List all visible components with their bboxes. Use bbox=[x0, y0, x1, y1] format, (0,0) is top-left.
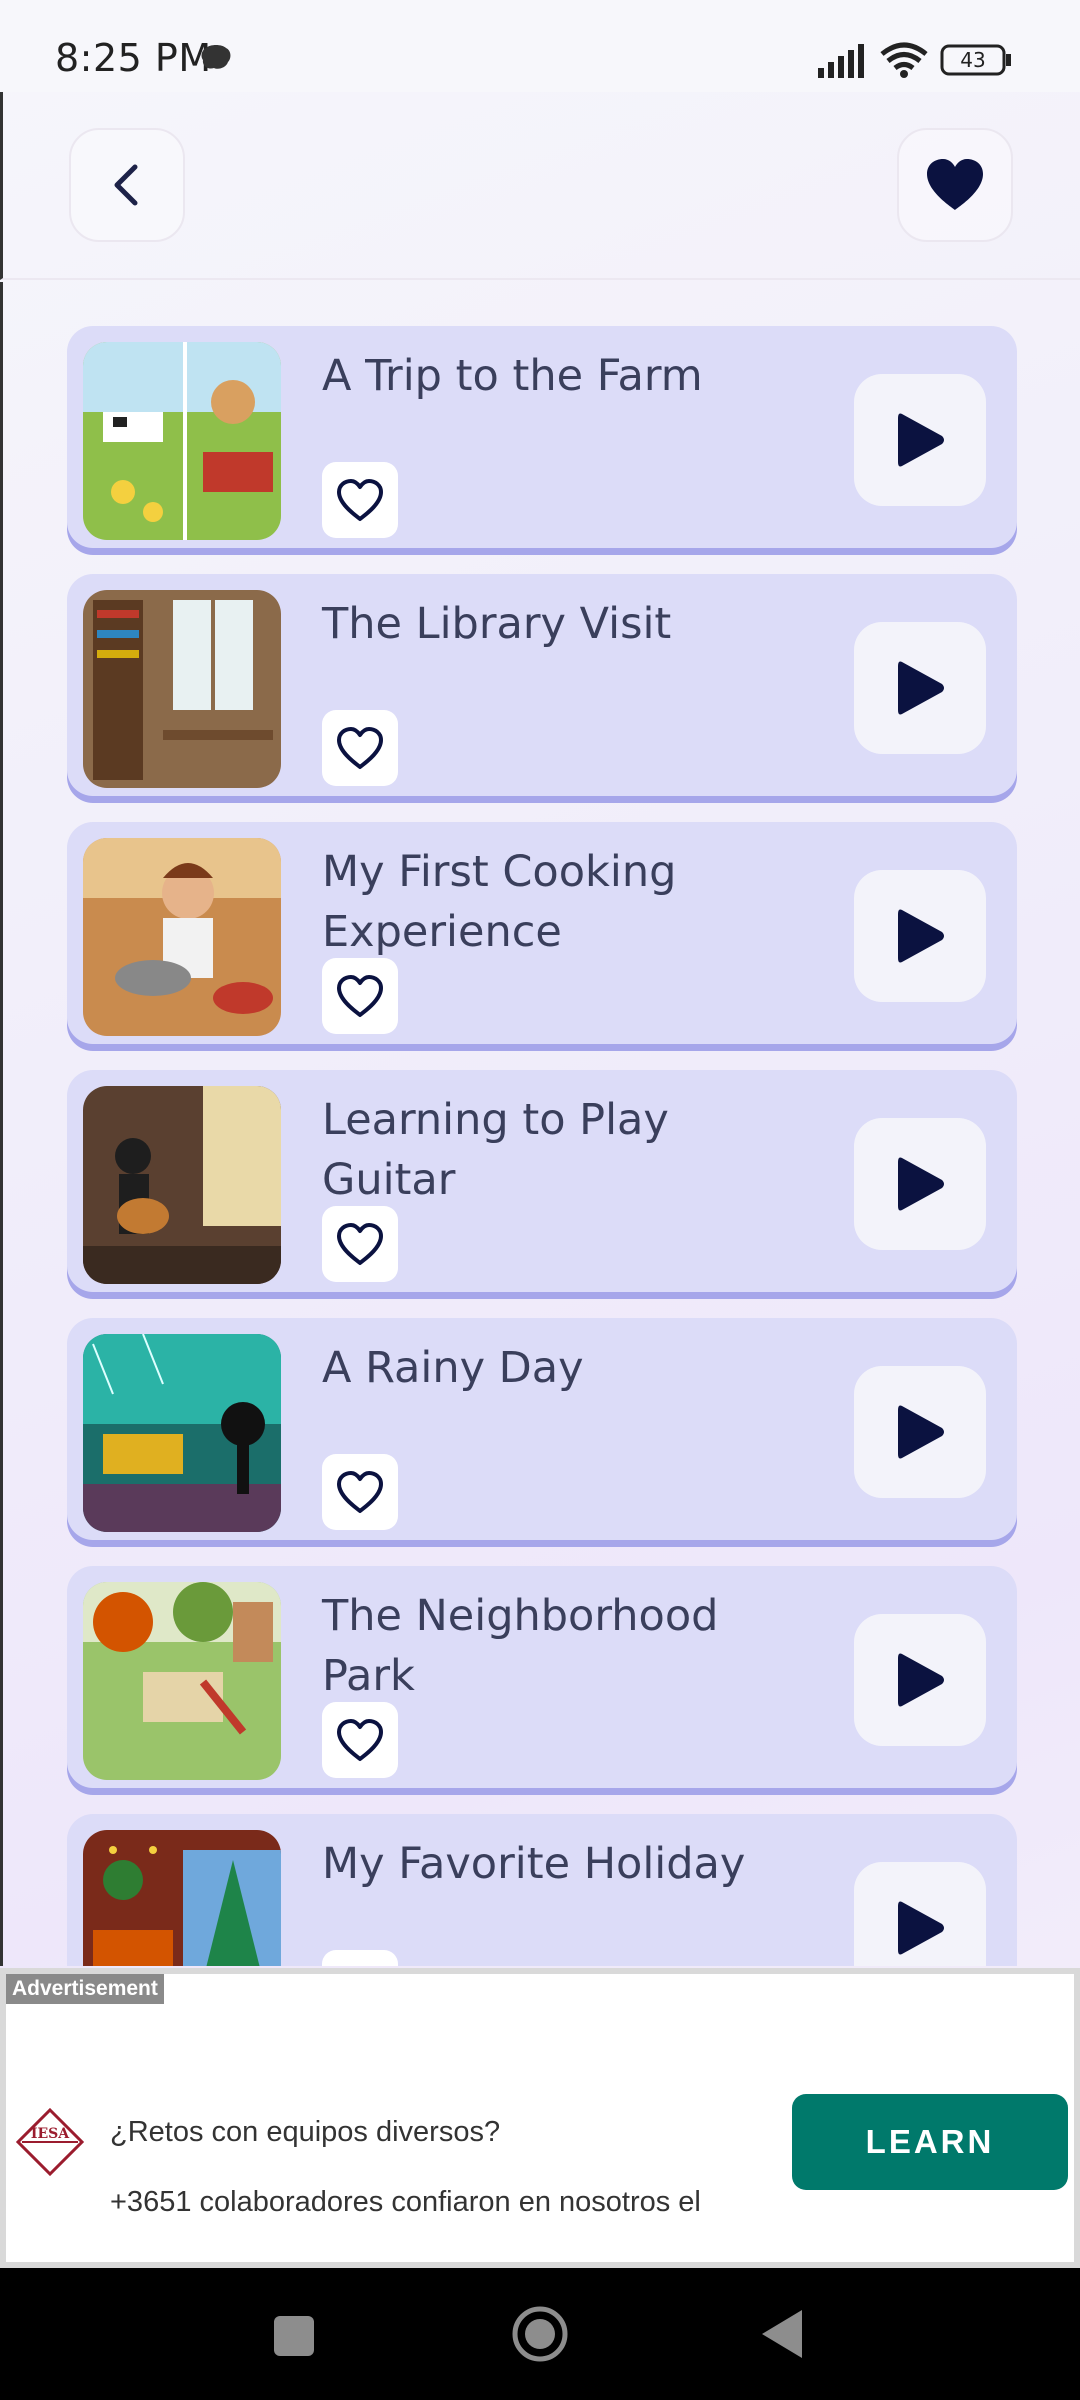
favorites-button[interactable] bbox=[897, 128, 1013, 242]
status-time: 8:25 PM bbox=[55, 36, 212, 80]
top-app-bar bbox=[0, 92, 1080, 280]
play-button[interactable] bbox=[854, 1862, 986, 1966]
story-thumbnail bbox=[83, 1582, 281, 1780]
favorite-toggle-button[interactable] bbox=[322, 1454, 398, 1530]
home-button[interactable] bbox=[512, 2306, 568, 2362]
status-icons: 43 bbox=[818, 40, 1018, 80]
play-button[interactable] bbox=[854, 870, 986, 1002]
story-title: My Favorite Holiday bbox=[322, 1839, 746, 1889]
chevron-left-icon bbox=[114, 164, 138, 206]
play-icon bbox=[898, 1653, 944, 1707]
story-card[interactable]: The Neighborhood Park bbox=[67, 1566, 1017, 1788]
play-icon bbox=[898, 909, 944, 963]
favorite-toggle-button[interactable] bbox=[322, 1206, 398, 1282]
story-card[interactable]: My First Cooking Experience bbox=[67, 822, 1017, 1044]
recents-button[interactable] bbox=[274, 2316, 314, 2356]
play-icon bbox=[898, 661, 944, 715]
story-title: A Rainy Day bbox=[322, 1343, 584, 1393]
story-card[interactable]: A Rainy Day bbox=[67, 1318, 1017, 1540]
ad-banner[interactable]: Advertisement IESA ¿Retos con equipos di… bbox=[0, 1968, 1080, 2268]
story-card[interactable]: My Favorite Holiday bbox=[67, 1814, 1017, 1966]
ad-label: Advertisement bbox=[6, 1974, 164, 2004]
heart-outline-icon bbox=[337, 975, 383, 1017]
story-title: The Library Visit bbox=[322, 599, 672, 649]
story-title: My First Cooking Experience bbox=[322, 847, 677, 957]
story-thumbnail bbox=[83, 342, 281, 540]
ad-headline: ¿Retos con equipos diversos? bbox=[110, 2116, 501, 2148]
play-icon bbox=[898, 1901, 944, 1955]
heart-outline-icon bbox=[337, 1223, 383, 1265]
favorite-toggle-button[interactable] bbox=[322, 1702, 398, 1778]
play-icon bbox=[898, 1405, 944, 1459]
heart-outline-icon bbox=[337, 479, 383, 521]
story-card[interactable]: Learning to Play Guitar bbox=[67, 1070, 1017, 1292]
story-title: A Trip to the Farm bbox=[322, 351, 703, 401]
story-thumbnail bbox=[83, 590, 281, 788]
back-nav-button[interactable] bbox=[760, 2308, 804, 2360]
heart-outline-icon bbox=[337, 1471, 383, 1513]
story-thumbnail bbox=[83, 1086, 281, 1284]
story-title: Learning to Play Guitar bbox=[322, 1095, 669, 1205]
status-bar: 8:25 PM 43 bbox=[0, 0, 1080, 92]
story-thumbnail bbox=[83, 1334, 281, 1532]
brain-icon bbox=[201, 45, 231, 69]
play-button[interactable] bbox=[854, 1614, 986, 1746]
play-button[interactable] bbox=[854, 1118, 986, 1250]
play-icon bbox=[898, 413, 944, 467]
favorite-toggle-button[interactable] bbox=[322, 710, 398, 786]
battery-level: 43 bbox=[960, 48, 986, 72]
learn-button[interactable]: LEARN bbox=[792, 2094, 1068, 2190]
heart-outline-icon bbox=[337, 727, 383, 769]
play-button[interactable] bbox=[854, 374, 986, 506]
story-card[interactable]: A Trip to the Farm bbox=[67, 326, 1017, 548]
play-button[interactable] bbox=[854, 622, 986, 754]
story-title: The Neighborhood Park bbox=[322, 1591, 719, 1701]
system-nav-bar bbox=[0, 2268, 1080, 2400]
svg-text:IESA: IESA bbox=[31, 2126, 70, 2142]
iesa-logo: IESA bbox=[16, 2108, 84, 2176]
story-list[interactable]: A Trip to the Farm The Library Visit My Fi… bbox=[0, 282, 1080, 1966]
heart-filled-icon bbox=[927, 159, 983, 210]
play-button[interactable] bbox=[854, 1366, 986, 1498]
story-thumbnail bbox=[83, 1830, 281, 1966]
favorite-toggle-button[interactable] bbox=[322, 462, 398, 538]
favorite-toggle-button[interactable] bbox=[322, 958, 398, 1034]
story-thumbnail bbox=[83, 838, 281, 1036]
play-icon bbox=[898, 1157, 944, 1211]
favorite-toggle-button[interactable] bbox=[322, 1950, 398, 1966]
ad-subtext: +3651 colaboradores confiaron en nosotro… bbox=[110, 2186, 701, 2218]
story-card[interactable]: The Library Visit bbox=[67, 574, 1017, 796]
heart-outline-icon bbox=[337, 1719, 383, 1761]
back-button[interactable] bbox=[69, 128, 185, 242]
